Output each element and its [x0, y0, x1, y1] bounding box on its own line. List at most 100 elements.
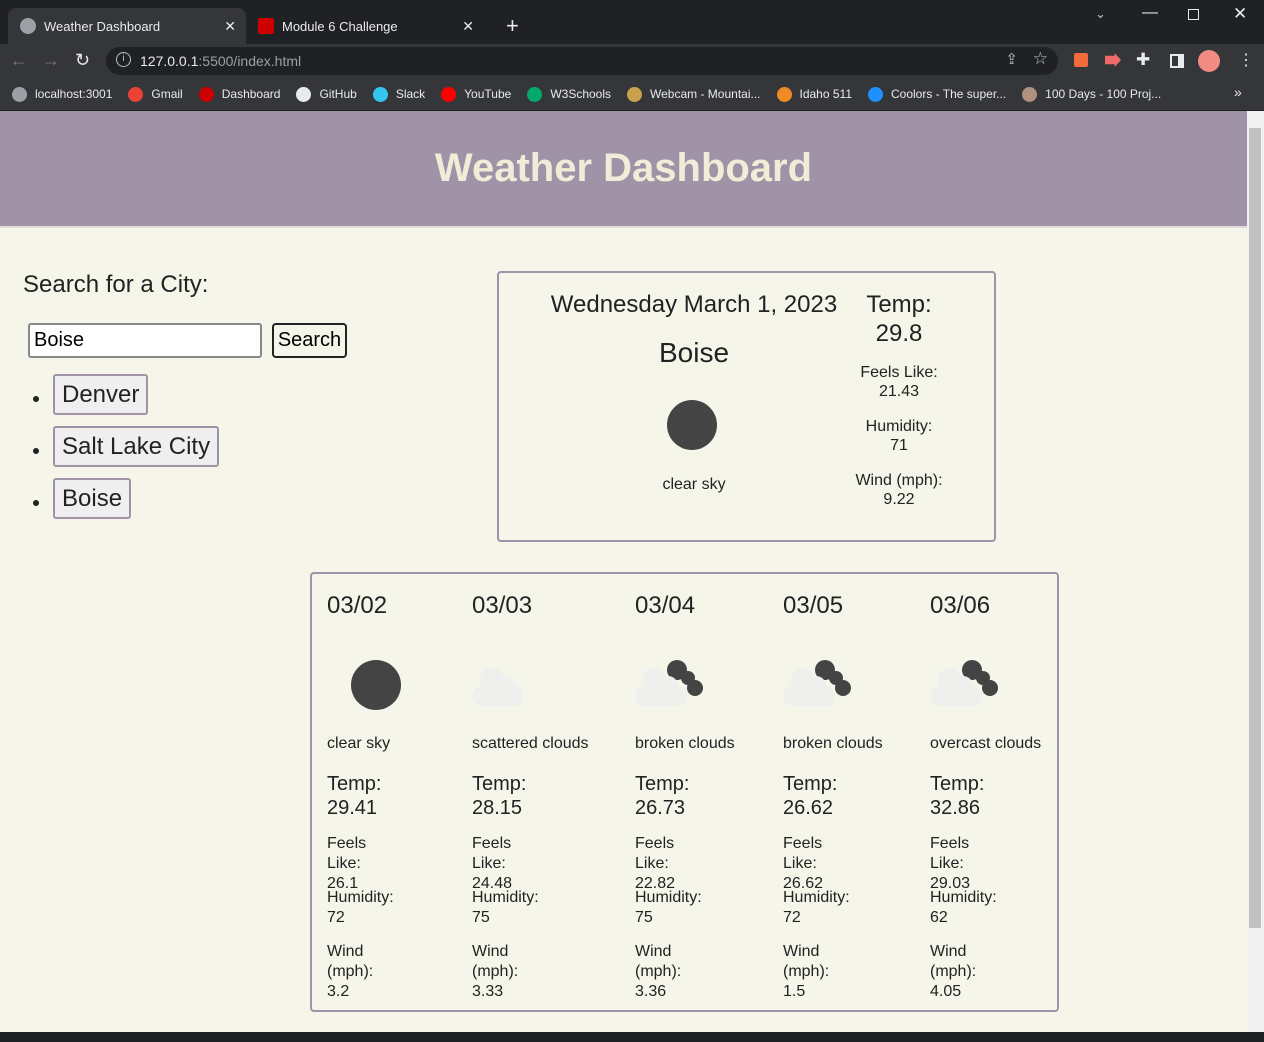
forecast-feels: Feels Like: 26.1	[327, 834, 366, 894]
history-city-button[interactable]: Boise	[53, 478, 132, 519]
minimize-icon[interactable]: —	[1142, 4, 1158, 22]
city-search-input[interactable]	[28, 323, 262, 358]
maximize-icon[interactable]	[1188, 9, 1199, 20]
globe-icon	[20, 18, 36, 34]
bookmark-favicon-icon	[868, 86, 883, 102]
forecast-date: 03/05	[783, 592, 844, 619]
feels-label: Feels Like:	[635, 835, 675, 872]
forecast-description: scattered clouds	[472, 735, 589, 752]
forecast-temp: Temp: 29.41	[327, 772, 381, 820]
current-feels-label: Feels Like:	[860, 364, 938, 381]
tab-label: Module 6 Challenge	[282, 18, 398, 34]
wind-label: Wind (mph):	[472, 943, 519, 980]
bookmark-item[interactable]: Slack	[372, 86, 425, 102]
clear-sky-sun-icon	[667, 400, 717, 450]
hum-label: Humidity:	[472, 889, 539, 906]
side-panel-icon[interactable]	[1170, 54, 1184, 68]
clear-sky-sun-icon	[351, 660, 401, 710]
bookmark-favicon-icon	[296, 86, 312, 102]
bookmark-item[interactable]: W3Schools	[527, 86, 612, 102]
tab-search-icon[interactable]: ⌄	[1095, 6, 1106, 22]
tab-module-6[interactable]: Module 6 Challenge ✕	[246, 8, 484, 44]
profile-avatar[interactable]	[1198, 50, 1220, 72]
bookmark-favicon-icon	[372, 86, 388, 102]
bookmark-label: Webcam - Mountai...	[650, 87, 761, 101]
search-button[interactable]: Search	[272, 323, 347, 358]
menu-icon[interactable]: ⋮	[1238, 50, 1254, 70]
back-icon[interactable]: ←	[10, 50, 28, 71]
history-city-button[interactable]: Salt Lake City	[53, 426, 220, 467]
bookmark-item[interactable]: Dashboard	[198, 86, 281, 102]
url-host: 127.0.0.1	[140, 53, 199, 69]
forward-icon[interactable]: →	[42, 50, 60, 71]
wind-label: Wind (mph):	[783, 943, 830, 980]
close-tab-icon[interactable]: ✕	[462, 18, 474, 35]
bookmark-item[interactable]: Coolors - The super...	[868, 86, 1007, 102]
temp-value: 29.41	[327, 797, 378, 819]
bookmark-favicon-icon	[627, 86, 643, 102]
forecast-date: 03/03	[472, 592, 533, 619]
forecast-date: 03/02	[327, 592, 388, 619]
wind-value: 3.33	[472, 983, 504, 1000]
bookmark-favicon-icon	[198, 86, 214, 102]
extension-megaphone-icon[interactable]	[1074, 53, 1088, 67]
bookmark-item[interactable]: GitHub	[296, 86, 357, 102]
wind-label: Wind (mph):	[327, 943, 374, 980]
current-temp-label: Temp:	[866, 291, 932, 318]
tab-label: Weather Dashboard	[44, 18, 161, 34]
extensions-puzzle-icon[interactable]: ✚	[1136, 50, 1150, 70]
bookmark-item[interactable]: 100 Days - 100 Proj...	[1022, 86, 1162, 102]
forecast-date: 03/06	[930, 592, 991, 619]
new-tab-button[interactable]: +	[494, 8, 531, 44]
tab-weather-dashboard[interactable]: Weather Dashboard ✕	[8, 8, 246, 44]
bookmark-label: W3Schools	[550, 87, 612, 101]
five-day-forecast: 03/02 clear sky Temp: 29.41 Feels Like: 26.1 H…	[310, 572, 1059, 1012]
current-wind-label: Wind (mph):	[855, 472, 943, 489]
page-title: Weather Dashboard	[0, 111, 1247, 228]
bookmark-item[interactable]: localhost:3001	[12, 86, 112, 102]
close-window-icon[interactable]: ✕	[1233, 4, 1247, 24]
hum-label: Humidity:	[327, 889, 394, 906]
forecast-description: clear sky	[327, 735, 391, 752]
bookmark-item[interactable]: Gmail	[128, 86, 183, 102]
bookmarks-bar: localhost:3001 Gmail Dashboard GitHub Slack Y…	[0, 78, 1264, 110]
close-tab-icon[interactable]: ✕	[224, 18, 236, 35]
bookmark-label: Coolors - The super...	[891, 87, 1007, 101]
current-wind: 9.22	[883, 491, 915, 508]
bookmark-label: GitHub	[319, 87, 357, 101]
bookmark-item[interactable]: Idaho 511	[776, 86, 852, 102]
forecast-temp: Temp: 26.73	[635, 772, 689, 820]
current-weather-card: Wednesday March 1, 2023 Boise clear sky …	[497, 271, 996, 542]
forecast-hum: Humidity: 72	[783, 888, 850, 928]
bookmark-star-icon[interactable]: ☆	[1033, 49, 1048, 69]
info-icon[interactable]: i	[116, 52, 131, 67]
address-bar[interactable]: i 127.0.0.1:5500/index.html ⇪ ☆	[106, 47, 1058, 75]
bookmark-favicon-icon	[527, 86, 543, 102]
hum-label: Humidity:	[783, 889, 850, 906]
forecast-wind: Wind (mph): 1.5	[783, 942, 829, 1002]
temp-label: Temp:	[783, 773, 838, 795]
search-heading: Search for a City:	[23, 271, 209, 298]
forecast-temp: Temp: 32.86	[930, 772, 984, 820]
broken-clouds-icon	[930, 658, 1006, 713]
forecast-description: broken clouds	[783, 735, 883, 752]
bookmark-label: Dashboard	[221, 87, 281, 101]
reload-icon[interactable]: ↻	[75, 50, 90, 71]
temp-value: 26.62	[783, 797, 834, 819]
wind-label: Wind (mph):	[635, 943, 682, 980]
forecast-wind: Wind (mph): 3.33	[472, 942, 518, 1002]
scrollbar-thumb[interactable]	[1249, 128, 1261, 928]
more-bookmarks-icon[interactable]: »	[1234, 84, 1242, 100]
bookmark-label: 100 Days - 100 Proj...	[1045, 87, 1162, 101]
scattered-clouds-icon	[472, 658, 548, 713]
forecast-description: broken clouds	[635, 735, 735, 752]
bookmark-item[interactable]: YouTube	[441, 86, 512, 102]
current-humidity: 71	[890, 437, 908, 454]
history-city-button[interactable]: Denver	[53, 374, 149, 415]
forecast-description: overcast clouds	[930, 735, 1042, 752]
list-bullet	[33, 448, 39, 454]
bookmark-label: YouTube	[464, 87, 512, 101]
bookmark-item[interactable]: Webcam - Mountai...	[627, 86, 761, 102]
share-icon[interactable]: ⇪	[1005, 50, 1018, 68]
bookmark-favicon-icon	[128, 86, 144, 102]
